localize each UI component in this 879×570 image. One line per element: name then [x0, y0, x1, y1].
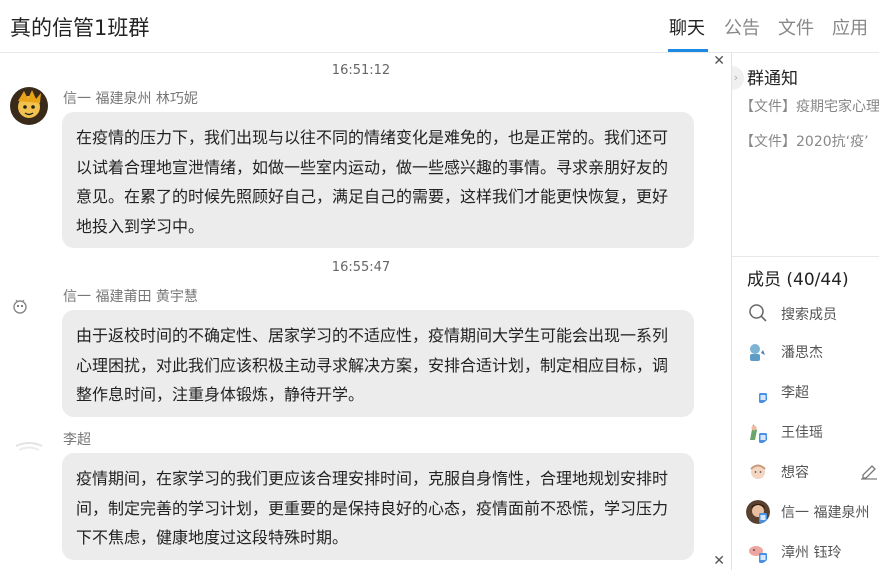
avatar[interactable] [10, 289, 48, 327]
avatar [746, 500, 770, 524]
close-icon[interactable]: ✕ [713, 553, 725, 569]
notice-title: 群通知 [747, 69, 798, 89]
chat-message-area[interactable]: ✕ 16:51:12 信一 福建泉州 林巧妮 在疫情的压力下，我们出现与以往不同… [0, 53, 731, 570]
avatar [746, 420, 770, 444]
avatar [746, 340, 770, 364]
active-tab-indicator [668, 49, 708, 52]
message-bubble: 由于返校时间的不确定性、居家学习的不适应性，疫情期间大学生可能会出现一系列心理困… [62, 310, 694, 417]
message-sender: 信一 福建泉州 林巧妮 [63, 91, 198, 107]
member-name: 信一 福建泉州 [781, 505, 870, 521]
avatar[interactable] [10, 87, 48, 125]
message-sender: 李超 [63, 432, 91, 448]
tab-announcements[interactable]: 公告 [724, 14, 760, 40]
tab-files[interactable]: 文件 [778, 14, 814, 40]
notice-item[interactable]: 【文件】2020抗‘疫’ [740, 131, 869, 151]
collapse-panel-icon[interactable]: › [732, 66, 744, 90]
avatar [746, 380, 770, 404]
message-timestamp: 16:55:47 [331, 260, 391, 275]
group-title: 真的信管1班群 [10, 16, 150, 40]
member-name: 李超 [781, 385, 809, 401]
tab-apps[interactable]: 应用 [832, 14, 868, 40]
member-name: 漳州 钰玲 [781, 545, 842, 561]
avatar[interactable] [10, 426, 48, 464]
search-icon [748, 303, 768, 327]
message-bubble: 在疫情的压力下，我们出现与以往不同的情绪变化是难免的，也是正常的。我们还可以试着… [62, 112, 694, 248]
group-side-panel: › 群通知 【文件】疫期宅家心理 【文件】2020抗‘疫’ 成员 (40/44)… [731, 53, 879, 570]
search-placeholder: 搜索成员 [781, 307, 837, 323]
member-item[interactable]: 漳州 钰玲 [746, 537, 879, 567]
avatar [746, 540, 770, 564]
avatar [746, 460, 770, 484]
member-item[interactable]: 潘思杰 [746, 337, 879, 367]
member-name: 想容 [781, 465, 809, 481]
message-bubble: 疫情期间，在家学习的我们更应该合理安排时间，克服自身惰性，合理地规划安排时间，制… [62, 453, 694, 560]
divider [732, 256, 879, 257]
member-name: 潘思杰 [781, 345, 823, 361]
member-item[interactable]: 王佳瑶 [746, 417, 879, 447]
member-item[interactable]: 信一 福建泉州 [746, 497, 879, 527]
member-item[interactable]: 李超 [746, 377, 879, 407]
members-title: 成员 (40/44) [747, 270, 849, 290]
chat-header: 真的信管1班群 聊天 公告 文件 应用 [0, 0, 879, 53]
message-sender: 信一 福建莆田 黄宇慧 [63, 289, 198, 305]
message-timestamp: 16:51:12 [331, 63, 391, 78]
tab-chat[interactable]: 聊天 [669, 14, 705, 40]
notice-item[interactable]: 【文件】疫期宅家心理 [740, 96, 879, 116]
member-search-input[interactable]: 搜索成员 [746, 300, 879, 326]
edit-icon[interactable] [860, 462, 878, 484]
member-item[interactable]: 想容 [746, 457, 879, 487]
member-name: 王佳瑶 [781, 425, 823, 441]
